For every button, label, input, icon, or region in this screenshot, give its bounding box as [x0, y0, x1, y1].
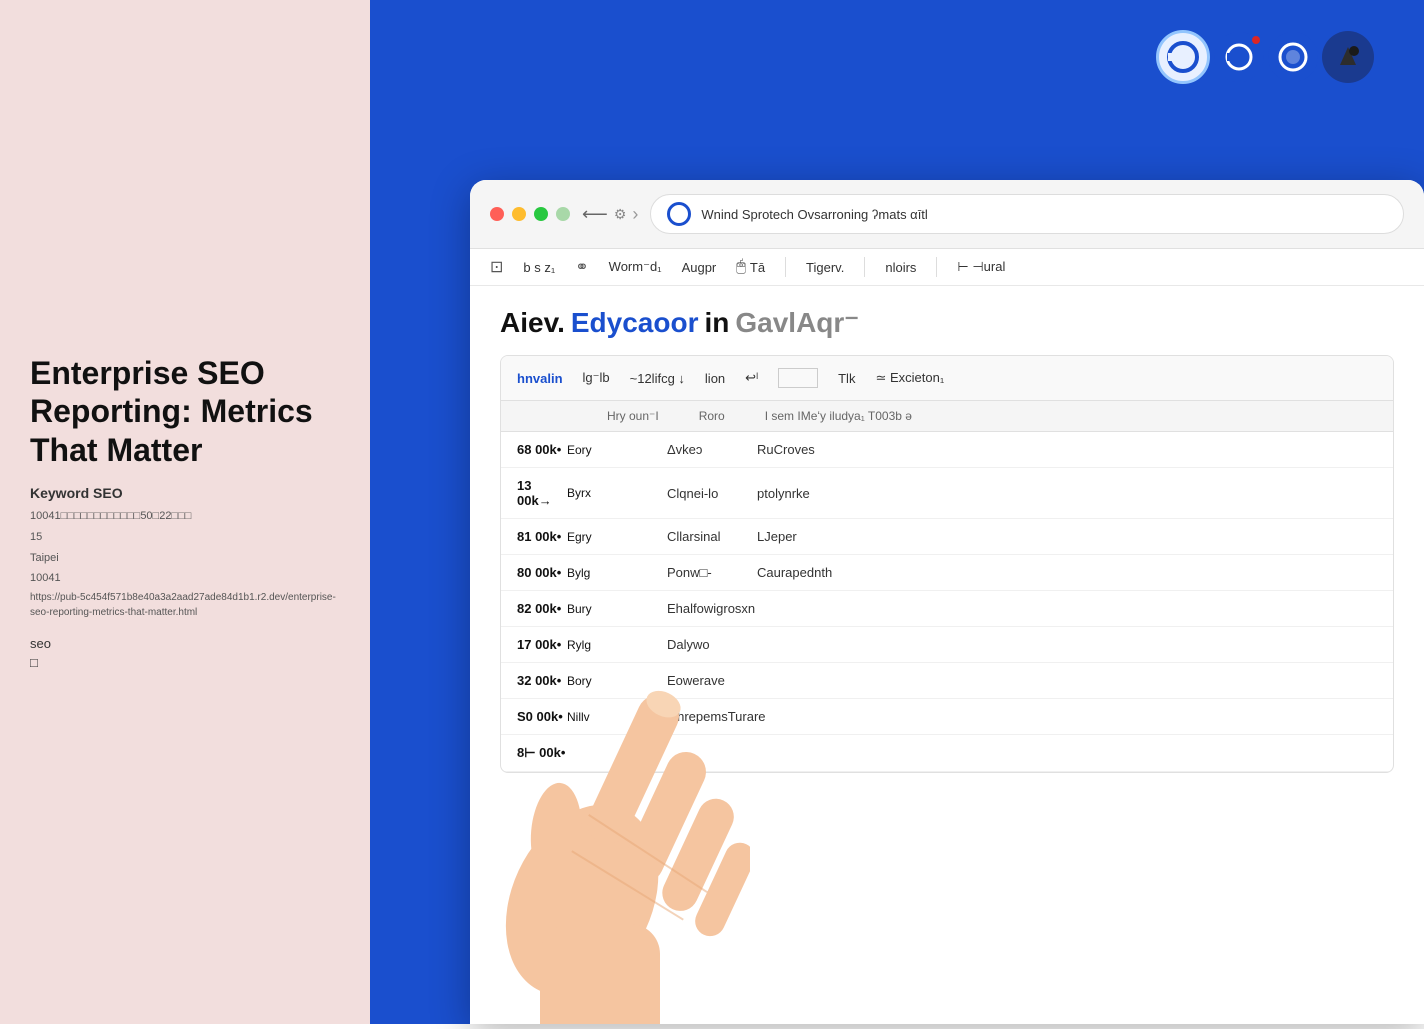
red-dot: [1250, 34, 1262, 46]
row-col3: Caurapednth: [757, 565, 1037, 580]
sidebar-tag-icon: □: [30, 655, 340, 670]
page-title: Enterprise SEO Reporting: Metrics That M…: [30, 354, 340, 469]
subheader-roro: Roro: [699, 409, 725, 423]
sidebar: Enterprise SEO Reporting: Metrics That M…: [0, 0, 370, 1024]
filter-excieton[interactable]: ≃ Excieton₁: [875, 370, 944, 386]
subheader-empty: [517, 409, 567, 423]
toolbar-item-1[interactable]: b s z₁: [523, 260, 555, 275]
subheader-sem: I sem IMeʻy iludya₁ T003b ə: [765, 409, 912, 423]
meta-line2: 15: [30, 528, 340, 547]
browser-icon-2: [1214, 32, 1264, 82]
browser-chrome: ⟵ ⚙ › Wnind Sprotech Ovsarroning ʔmats α…: [470, 180, 1424, 249]
toolbar-item-ural[interactable]: ⊢ ⊣ural: [957, 259, 1005, 275]
meta-line1: 10041□□□□□□□□□□□□50□22□□□: [30, 507, 340, 526]
toolbar-item-augpr[interactable]: Augpr: [682, 260, 717, 275]
traffic-lights: [490, 207, 570, 221]
keyword-label: Keyword SEO: [30, 485, 340, 501]
toolbar-item-nloirs[interactable]: nloirs: [885, 260, 916, 275]
toolbar-item-worm[interactable]: Worm⁻d₁: [609, 259, 662, 275]
back-icon[interactable]: ⟵: [582, 204, 608, 225]
header-part2: Edycaoor: [571, 307, 699, 339]
nav-buttons: ⟵ ⚙ ›: [582, 204, 638, 225]
filter-12lifcg[interactable]: ~12lifcg ↓: [630, 371, 685, 386]
filter-lglb[interactable]: lg⁻lb: [583, 370, 610, 386]
address-bar[interactable]: Wnind Sprotech Ovsarroning ʔmats αītl: [650, 194, 1404, 234]
row-col3: RuCroves: [757, 442, 1037, 457]
table-filter-bar: hnvalin lg⁻lb ~12lifcg ↓ lion ↩ˡ Tlk ≃ E…: [501, 356, 1393, 401]
meta-line3: Taipei: [30, 549, 340, 568]
nav-icon[interactable]: ⚙: [614, 206, 627, 223]
forward-icon[interactable]: ›: [632, 204, 638, 225]
toolbar-icon-1[interactable]: ⊡: [490, 257, 503, 277]
circle-icon-svg: [1166, 40, 1200, 74]
filter-empty: [778, 368, 818, 388]
filter-lion[interactable]: lion: [705, 371, 725, 386]
browser-icon-4: [1322, 31, 1374, 83]
header-part4: GavlAqr⁻: [735, 306, 859, 339]
browser-icon-1: [1156, 30, 1210, 84]
row-col3: LJeper: [757, 529, 1037, 544]
toolbar-divider-2: [864, 257, 865, 277]
toolbar-item-tiger[interactable]: Tigerv.: [806, 260, 844, 275]
subheader-hroun: Hry oun⁻I: [607, 409, 659, 423]
header-part3: in: [704, 307, 729, 339]
extra-light: [556, 207, 570, 221]
sidebar-tag: seo: [30, 636, 340, 651]
minimize-button[interactable]: [512, 207, 526, 221]
sidebar-url: https://pub-5c454f571b8e40a3a2aad27ade84…: [30, 590, 340, 620]
content-header: Aiev. Edycaoor in GavlAqr⁻: [500, 306, 1394, 339]
hand-illustration: [450, 424, 750, 1024]
filter-tlk[interactable]: Tlk: [838, 371, 855, 386]
toolbar-divider: [785, 257, 786, 277]
meta-line4: 10041: [30, 569, 340, 588]
toolbar-divider-3: [936, 257, 937, 277]
maximize-button[interactable]: [534, 207, 548, 221]
filter-arrow[interactable]: ↩ˡ: [745, 370, 758, 386]
mouse-icon: 🖱: [736, 258, 746, 276]
toolbar-icon-2[interactable]: ⚭: [575, 257, 588, 277]
hand-svg: [450, 424, 750, 1024]
browser-circle-icon: [667, 202, 691, 226]
address-bar-text: Wnind Sprotech Ovsarroning ʔmats αītl: [701, 207, 1387, 222]
browser-toolbar: ⊡ b s z₁ ⚭ Worm⁻d₁ Augpr 🖱 Tā Tigerv. nl…: [470, 249, 1424, 286]
browser-icons-cluster: [1156, 30, 1374, 84]
main-area: ⟵ ⚙ › Wnind Sprotech Ovsarroning ʔmats α…: [370, 0, 1424, 1024]
filter-hnvalin[interactable]: hnvalin: [517, 371, 563, 386]
browser-icon-3: [1268, 32, 1318, 82]
row-col3: ptolynrke: [757, 486, 1037, 501]
close-button[interactable]: [490, 207, 504, 221]
toolbar-item-ta[interactable]: 🖱 Tā: [736, 258, 765, 276]
header-part1: Aiev.: [500, 307, 565, 339]
